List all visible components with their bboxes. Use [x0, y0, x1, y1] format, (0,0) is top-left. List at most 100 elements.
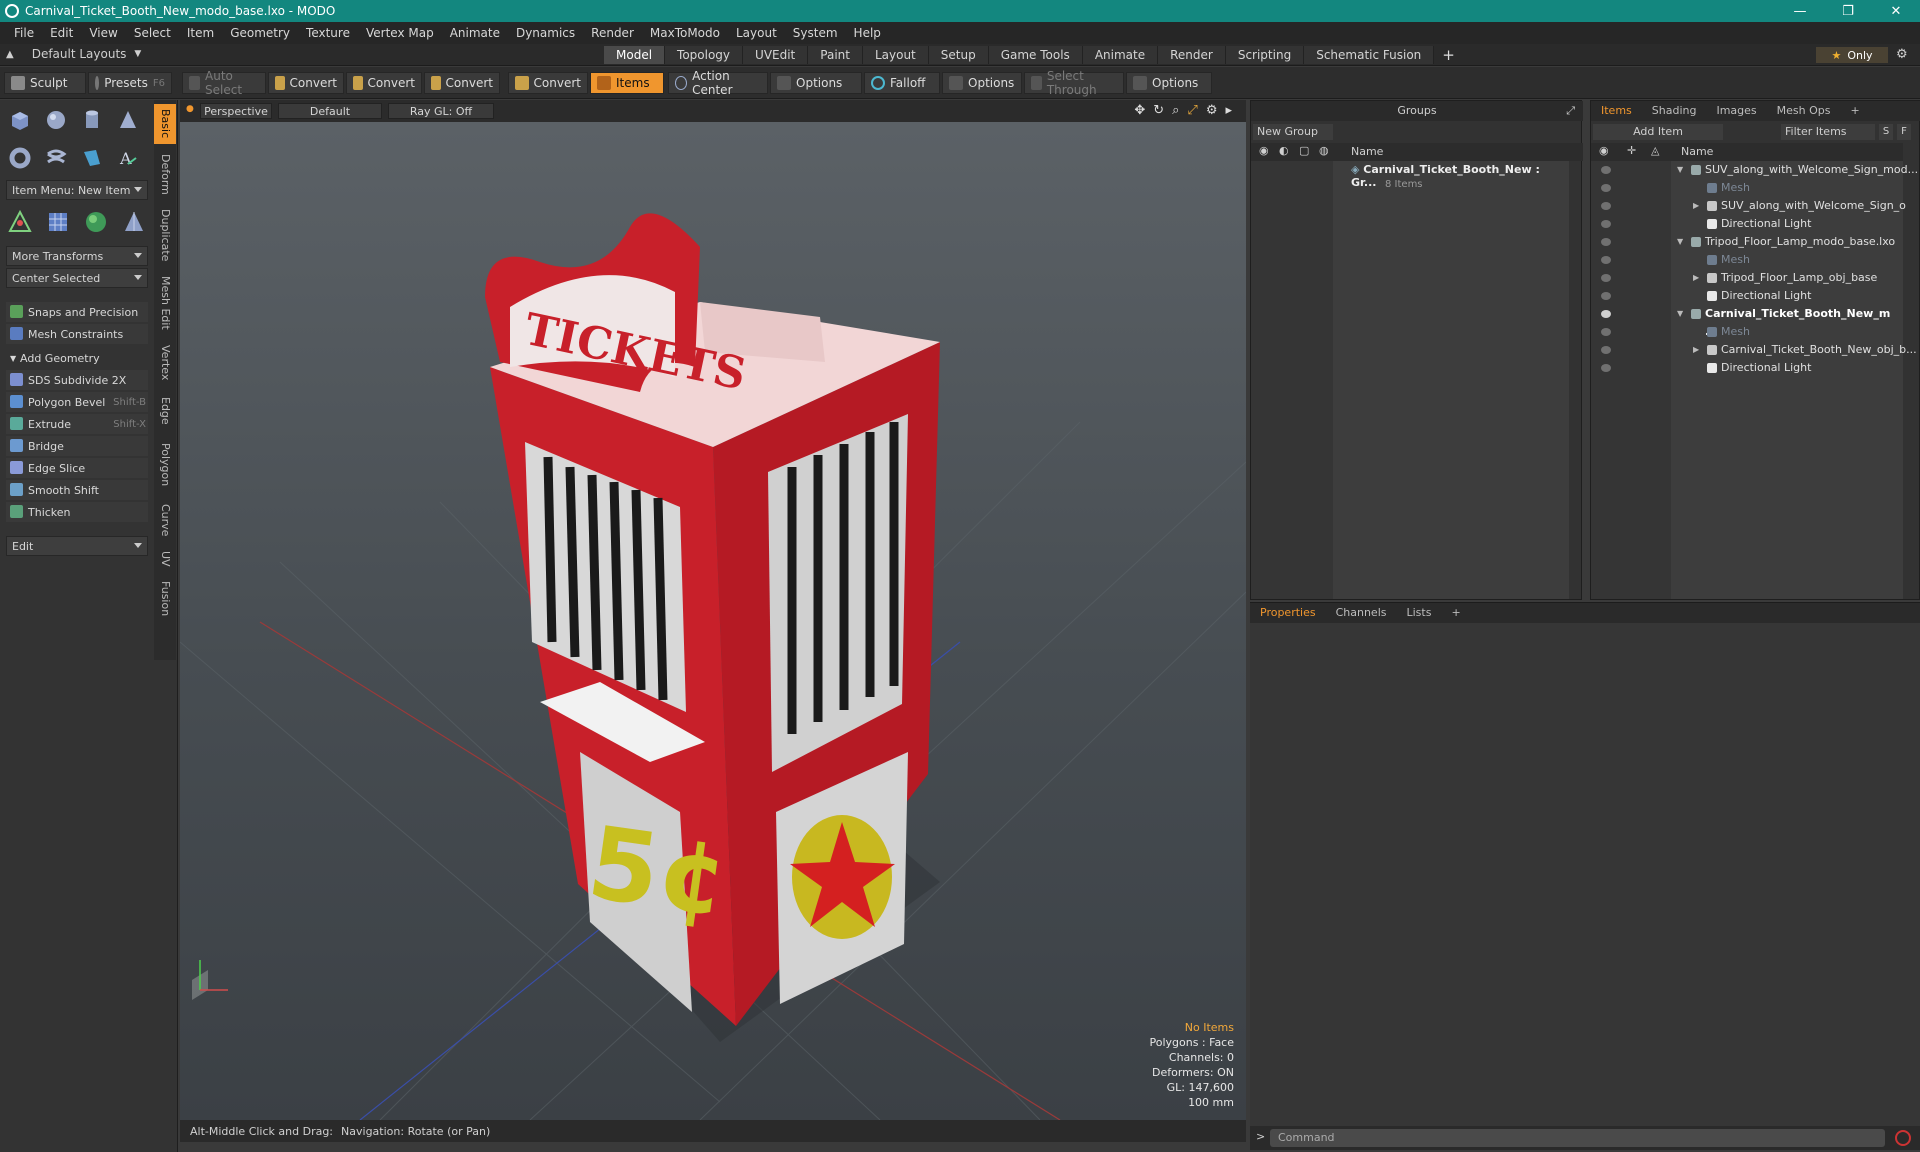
more-transforms-dropdown[interactable]: More Transforms [6, 246, 148, 266]
tool-smooth-shift[interactable]: Smooth Shift [6, 480, 148, 500]
eye-icon[interactable] [1601, 166, 1611, 174]
expand-arrow-icon[interactable]: ▶ [1693, 269, 1699, 287]
vtab-fusion[interactable]: Fusion [154, 576, 176, 622]
tab-model[interactable]: Model [604, 46, 666, 64]
collapse-arrow-icon[interactable]: ▼ [1677, 305, 1683, 323]
eye-icon[interactable] [1601, 292, 1611, 300]
item-row[interactable]: Directional Light [1591, 359, 1903, 377]
eye-icon[interactable] [1601, 184, 1611, 192]
expand-arrow-icon[interactable]: ▶ [1693, 341, 1699, 359]
items-add-tab-button[interactable]: + [1841, 101, 1870, 121]
menu-help[interactable]: Help [846, 26, 889, 40]
fit-icon[interactable]: ⤢ [1187, 103, 1197, 118]
tab-layout[interactable]: Layout [862, 46, 929, 64]
action-center-button[interactable]: Action Center [668, 69, 768, 97]
collapse-arrow-icon[interactable]: ▼ [1677, 233, 1683, 251]
vtab-polygon[interactable]: Polygon [154, 436, 176, 494]
3d-viewport[interactable]: ● Perspective Default Ray GL: Off ✥ ↻ ⌕ … [180, 100, 1246, 1120]
item-row[interactable]: Directional Light [1591, 287, 1903, 305]
item-row[interactable]: ▶ SUV_along_with_Welcome_Sign_o ... [1591, 197, 1906, 230]
menu-view[interactable]: View [81, 26, 125, 40]
default-layouts-dropdown[interactable]: ▲ Default Layouts ▼ [6, 47, 141, 61]
eye-icon[interactable] [1601, 256, 1611, 264]
vtab-uv[interactable]: UV [154, 546, 176, 572]
tab-setup[interactable]: Setup [928, 46, 989, 64]
only-button[interactable]: ★ Only [1816, 47, 1888, 63]
cylinder-primitive-icon[interactable] [76, 104, 108, 136]
props-tab-channels[interactable]: Channels [1326, 603, 1397, 623]
items-tab-images[interactable]: Images [1706, 101, 1766, 121]
items-mode-button[interactable]: Items [590, 72, 664, 94]
tool-bridge[interactable]: Bridge [6, 436, 148, 456]
perspective-dropdown[interactable]: Perspective [200, 103, 272, 119]
new-group-button[interactable]: New Group [1253, 124, 1333, 140]
eye-icon[interactable] [1601, 310, 1611, 318]
sphere-primitive-icon[interactable] [40, 104, 72, 136]
gear-icon[interactable]: ⚙ [1896, 47, 1908, 62]
options-button-3[interactable]: Options [1126, 72, 1212, 94]
text-tool-icon[interactable]: A [112, 142, 144, 174]
world-icon[interactable] [80, 206, 112, 238]
options-button-2[interactable]: Options [942, 72, 1022, 94]
viewport-gear-icon[interactable]: ⚙ [1206, 103, 1218, 118]
vtab-basic[interactable]: Basic [154, 104, 176, 144]
convert-edges-button[interactable]: Convert [346, 72, 422, 94]
cube-primitive-icon[interactable] [4, 104, 36, 136]
viewport-more-icon[interactable]: ▸ [1225, 103, 1232, 118]
rotate-icon[interactable]: ↻ [1153, 103, 1164, 118]
f-button[interactable]: F [1897, 124, 1911, 140]
menu-vertex-map[interactable]: Vertex Map [358, 26, 442, 40]
add-geometry-header[interactable]: ▼ Add Geometry [6, 348, 148, 368]
items-tab-items[interactable]: Items [1591, 101, 1642, 121]
vtab-edge[interactable]: Edge [154, 390, 176, 432]
item-row[interactable]: Directional Light [1591, 215, 1903, 233]
s-button[interactable]: S [1879, 124, 1893, 140]
item-row[interactable]: Mesh [1591, 323, 1903, 341]
tool-extrude[interactable]: Extrude Shift-X [6, 414, 148, 434]
expand-arrow-icon[interactable]: ▶ [1693, 197, 1699, 215]
sculpt-button[interactable]: Sculpt [4, 72, 86, 94]
props-tab-lists[interactable]: Lists [1397, 603, 1442, 623]
add-tab-button[interactable]: + [1434, 46, 1463, 64]
close-button[interactable]: ✕ [1876, 0, 1916, 22]
tab-paint[interactable]: Paint [808, 46, 863, 64]
menu-select[interactable]: Select [126, 26, 179, 40]
edit-dropdown[interactable]: Edit [6, 536, 148, 556]
convert-polygons-button[interactable]: Convert [424, 72, 500, 94]
tab-game-tools[interactable]: Game Tools [988, 46, 1083, 64]
vtab-vertex[interactable]: Vertex [154, 340, 176, 386]
capsule-primitive-icon[interactable] [40, 142, 72, 174]
items-tab-mesh-ops[interactable]: Mesh Ops [1767, 101, 1841, 121]
eye-icon[interactable] [1601, 238, 1611, 246]
zoom-icon[interactable]: ⌕ [1172, 103, 1179, 118]
restore-button[interactable]: ❐ [1828, 0, 1868, 22]
group-entry[interactable]: ◈ Carnival_Ticket_Booth_New : Gr... [1351, 163, 1569, 189]
grid-icon[interactable] [42, 206, 74, 238]
menu-texture[interactable]: Texture [298, 26, 358, 40]
auto-select-button[interactable]: Auto Select [182, 69, 266, 97]
add-item-button[interactable]: Add Item [1593, 124, 1723, 140]
viewport-menu-icon[interactable]: ● [186, 104, 194, 114]
item-menu-dropdown[interactable]: Item Menu: New Item [6, 180, 148, 200]
collapse-arrow-icon[interactable]: ▼ [1677, 161, 1683, 179]
item-row[interactable]: ▼ SUV_along_with_Welcome_Sign_mod... [1591, 161, 1918, 179]
props-tab-properties[interactable]: Properties [1250, 603, 1326, 623]
menu-item[interactable]: Item [179, 26, 222, 40]
items-tab-shading[interactable]: Shading [1642, 101, 1707, 121]
options-button-1[interactable]: Options [770, 72, 862, 94]
menu-system[interactable]: System [785, 26, 846, 40]
tab-topology[interactable]: Topology [665, 46, 744, 64]
menu-dynamics[interactable]: Dynamics [508, 26, 583, 40]
transform-icon[interactable] [4, 206, 36, 238]
menu-geometry[interactable]: Geometry [222, 26, 298, 40]
tool-thicken[interactable]: Thicken [6, 502, 148, 522]
eye-icon[interactable] [1601, 346, 1611, 354]
menu-file[interactable]: File [6, 26, 42, 40]
pen-tool-icon[interactable] [76, 142, 108, 174]
menu-maxtomodo[interactable]: MaxToModo [642, 26, 728, 40]
expand-panel-icon[interactable]: ⤢ [1566, 101, 1575, 121]
item-row[interactable]: ▼ Tripod_Floor_Lamp_modo_base.lxo [1591, 233, 1903, 251]
tool-polygon-bevel[interactable]: Polygon Bevel Shift-B [6, 392, 148, 412]
menu-animate[interactable]: Animate [442, 26, 508, 40]
convert-items-button[interactable]: Convert [508, 72, 588, 94]
